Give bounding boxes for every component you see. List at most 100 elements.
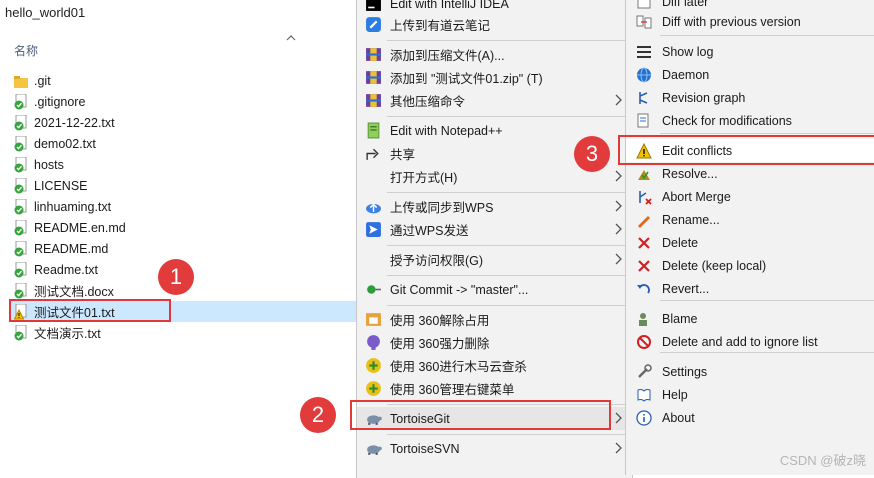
menu-separator xyxy=(387,434,627,435)
menu-separator xyxy=(660,35,874,36)
git-commit-icon xyxy=(367,285,381,294)
menu-item-360-unlock[interactable]: 使用 360解除占用 xyxy=(357,308,632,331)
menu-item-about[interactable]: About xyxy=(626,406,874,429)
delete-icon xyxy=(638,236,650,249)
menu-item-abort-merge[interactable]: Abort Merge xyxy=(626,185,874,208)
intellij-icon xyxy=(366,0,381,11)
step-badge-3: 3 xyxy=(574,136,610,172)
column-header-name[interactable]: 名称 xyxy=(14,42,38,59)
git-ok-file-icon xyxy=(14,156,28,173)
menu-item-delete[interactable]: Delete xyxy=(626,231,874,254)
step-badge-2: 2 xyxy=(300,397,336,433)
menu-item-revision-graph[interactable]: Revision graph xyxy=(626,86,874,109)
folder-icon xyxy=(14,73,28,89)
file-row-readme-md[interactable]: README.md xyxy=(10,238,356,259)
menu-item-resolve[interactable]: Resolve... xyxy=(626,162,874,185)
daemon-icon xyxy=(637,67,651,82)
menu-item-youdao[interactable]: 上传到有道云笔记 xyxy=(357,13,632,36)
git-ok-file-icon xyxy=(14,240,28,257)
git-ok-file-icon xyxy=(14,135,28,152)
chevron-right-icon xyxy=(615,412,622,424)
tortoisegit-submenu: Diff later Diff with previous version Sh… xyxy=(625,0,874,475)
menu-separator xyxy=(387,245,627,246)
menu-item-wps-send[interactable]: 通过WPS发送 xyxy=(357,218,632,241)
menu-item-diff-previous[interactable]: Diff with previous version xyxy=(626,10,874,33)
menu-separator xyxy=(387,275,627,276)
menu-item-delete-keep-local[interactable]: Delete (keep local) xyxy=(626,254,874,277)
help-icon xyxy=(637,388,651,402)
menu-item-help[interactable]: Help xyxy=(626,383,874,406)
file-row-license[interactable]: LICENSE xyxy=(10,175,356,196)
file-name: linhuaming.txt xyxy=(34,199,112,214)
ignore-icon xyxy=(637,334,651,349)
archive-icon xyxy=(366,48,381,61)
chevron-right-icon xyxy=(615,442,622,454)
file-name: 2021-12-22.txt xyxy=(34,115,115,130)
tortoisesvn-icon xyxy=(367,445,382,455)
menu-item-delete-ignore[interactable]: Delete and add to ignore list xyxy=(626,330,874,353)
file-row-gitignore[interactable]: .gitignore xyxy=(10,91,356,112)
git-ok-file-icon xyxy=(14,114,28,131)
menu-separator xyxy=(387,116,627,117)
menu-separator xyxy=(660,300,874,301)
menu-item-wps-upload[interactable]: 上传或同步到WPS xyxy=(357,195,632,218)
menu-separator xyxy=(387,192,627,193)
menu-item-360-scan[interactable]: 使用 360进行木马云查杀 xyxy=(357,354,632,377)
abort-merge-icon xyxy=(639,190,652,205)
git-ok-file-icon xyxy=(14,261,28,278)
menu-item-revert[interactable]: Revert... xyxy=(626,277,874,300)
chevron-right-icon xyxy=(615,94,622,106)
file-row-git[interactable]: .git xyxy=(10,70,356,91)
menu-item-tortoisesvn[interactable]: TortoiseSVN xyxy=(357,437,632,460)
diff-later-icon xyxy=(637,0,651,8)
menu-item-check-modifications[interactable]: Check for modifications xyxy=(626,109,874,132)
menu-item-add-zip[interactable]: 添加到 "测试文件01.zip" (T) xyxy=(357,66,632,89)
chevron-right-icon xyxy=(615,200,622,212)
menu-item-daemon[interactable]: Daemon xyxy=(626,63,874,86)
menu-separator xyxy=(387,40,627,41)
window-title: hello_world01 xyxy=(5,5,86,20)
file-name: 文档演示.txt xyxy=(34,327,101,341)
revision-graph-icon xyxy=(639,91,648,104)
git-ok-file-icon xyxy=(14,282,28,299)
menu-item-blame[interactable]: Blame xyxy=(626,307,874,330)
menu-item-show-log[interactable]: Show log xyxy=(626,40,874,63)
menu-item-other-compress[interactable]: 其他压缩命令 xyxy=(357,89,632,112)
file-row-2021-12-22[interactable]: 2021-12-22.txt xyxy=(10,112,356,133)
unlock-360-icon xyxy=(366,313,381,326)
delete-360-icon xyxy=(367,335,380,350)
rename-icon xyxy=(638,215,650,228)
menu-item-settings[interactable]: Settings xyxy=(626,360,874,383)
file-name: Readme.txt xyxy=(34,262,98,277)
menu-item-360-delete[interactable]: 使用 360强力删除 xyxy=(357,331,632,354)
file-row-readme-en[interactable]: README.en.md xyxy=(10,217,356,238)
menu-item-grant-access[interactable]: 授予访问权限(G) xyxy=(357,248,632,271)
highlight-selected-file xyxy=(9,299,171,322)
file-name: .git xyxy=(34,73,51,88)
step-badge-1: 1 xyxy=(158,259,194,295)
file-row-hosts[interactable]: hosts xyxy=(10,154,356,175)
file-row-demo02[interactable]: demo02.txt xyxy=(10,133,356,154)
chevron-right-icon xyxy=(615,170,622,182)
git-ok-file-icon xyxy=(14,177,28,194)
git-ok-file-icon xyxy=(14,93,28,110)
file-name: README.en.md xyxy=(34,220,126,235)
diff-icon xyxy=(636,15,652,28)
sort-up-icon[interactable] xyxy=(286,33,296,43)
file-name: README.md xyxy=(34,241,109,256)
menu-item-360-manage[interactable]: 使用 360管理右键菜单 xyxy=(357,377,632,400)
file-row-demo-txt[interactable]: 文档演示.txt xyxy=(10,322,356,343)
file-name: hosts xyxy=(34,157,64,172)
chevron-right-icon xyxy=(615,223,622,235)
git-ok-file-icon xyxy=(14,324,28,341)
menu-item-git-commit[interactable]: Git Commit -> "master"... xyxy=(357,278,632,301)
share-icon xyxy=(366,148,379,160)
menu-separator xyxy=(660,133,874,134)
highlight-tortoisegit xyxy=(350,400,611,430)
menu-item-rename[interactable]: Rename... xyxy=(626,208,874,231)
menu-item-add-archive[interactable]: 添加到压缩文件(A)... xyxy=(357,43,632,66)
file-name: LICENSE xyxy=(34,178,88,193)
file-row-linhuaming[interactable]: linhuaming.txt xyxy=(10,196,356,217)
watermark: CSDN @破z晓 xyxy=(779,453,866,468)
git-ok-file-icon xyxy=(14,198,28,215)
